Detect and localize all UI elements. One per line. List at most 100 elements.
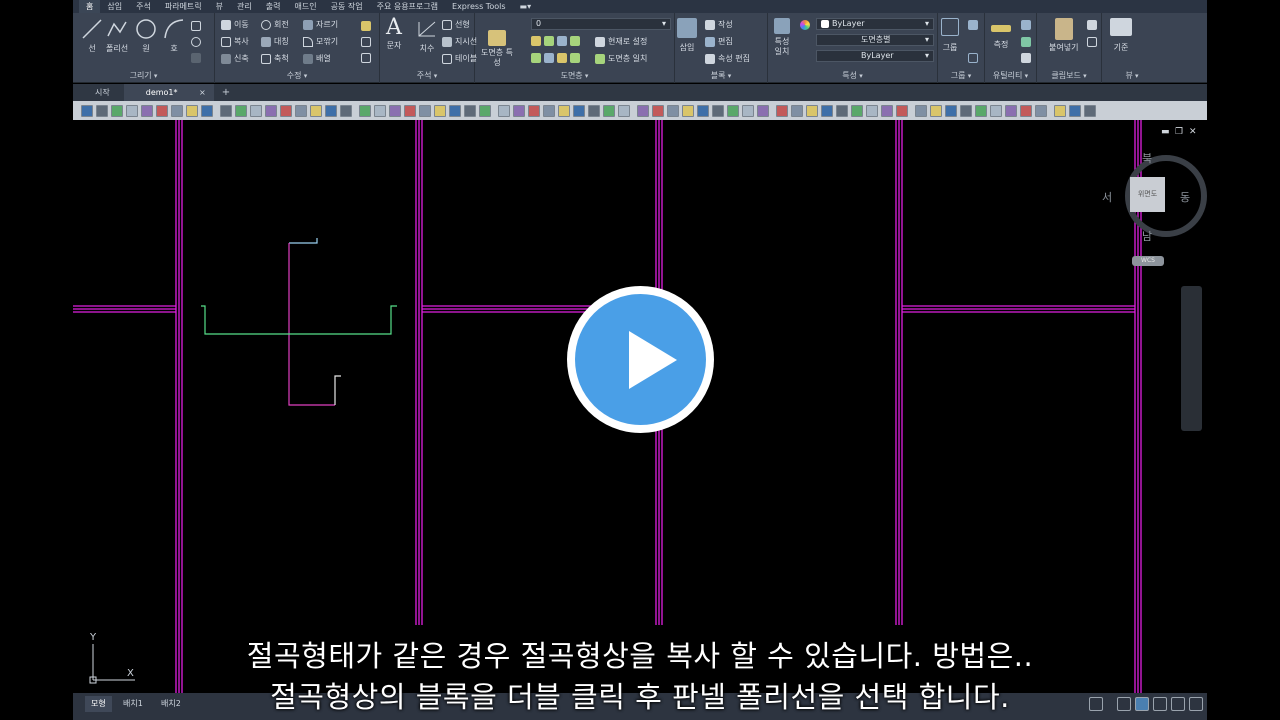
toolbar-button-icon[interactable] [528,104,540,117]
panel-annotation-title[interactable]: 주석 [380,70,474,81]
panel-utilities-title[interactable]: 유틸리티 [985,70,1036,81]
compass-east[interactable]: 동 [1180,189,1190,205]
toolbar-button-icon[interactable] [945,104,957,117]
tab-collaborate[interactable]: 공동 작업 [324,0,370,13]
toolbar-button-icon[interactable] [1020,104,1032,117]
toolbar-button-icon[interactable] [479,104,491,117]
toolbar-button-icon[interactable] [881,104,893,117]
toolbar-button-icon[interactable] [201,104,213,117]
toolbar-button-icon[interactable] [1069,104,1081,117]
create-block-tool[interactable]: 작성 [705,19,733,30]
panel-properties-title[interactable]: 특성 [768,70,937,81]
toolbar-button-icon[interactable] [791,104,803,117]
toolbar-button-icon[interactable] [930,104,942,117]
toolbar-button-icon[interactable] [757,104,769,117]
linetype-dropdown[interactable]: 도면층별 ▾ [816,34,934,46]
compass-south[interactable]: 남 [1142,228,1152,244]
group-select-icon[interactable] [968,53,978,63]
ellipse-icon[interactable] [191,37,201,47]
panel-block-title[interactable]: 블록 [675,70,767,81]
toolbar-button-icon[interactable] [618,104,630,117]
circle-tool[interactable]: 원 [135,18,157,54]
toolbar-button-icon[interactable] [1084,104,1096,117]
toolbar-button-icon[interactable] [449,104,461,117]
toolbar-button-icon[interactable] [186,104,198,117]
toolbar-button-icon[interactable] [111,104,123,117]
panel-view-title[interactable]: 뷰 [1102,70,1162,81]
compass-west[interactable]: 서 [1102,189,1112,205]
stretch-tool[interactable]: 신축 [221,53,249,64]
line-tool[interactable]: 선 [81,18,103,54]
compass-north[interactable]: 북 [1142,150,1152,166]
offset-icon[interactable] [361,53,371,63]
arc-tool[interactable]: 호 [163,18,185,54]
toolbar-button-icon[interactable] [434,104,446,117]
tab-output[interactable]: 출력 [259,0,288,13]
navigation-bar[interactable] [1181,286,1202,431]
toolbar-button-icon[interactable] [667,104,679,117]
tab-home[interactable]: 홈 [79,0,101,13]
toolbar-button-icon[interactable] [836,104,848,117]
panel-clipboard-title[interactable]: 클립보드 [1037,70,1101,81]
tab-annotate[interactable]: 주석 [129,0,158,13]
color-dropdown[interactable]: ByLayer ▾ [816,18,934,30]
toolbar-button-icon[interactable] [1035,104,1047,117]
tab-start[interactable]: 시작 [73,84,124,101]
tab-insert[interactable]: 삽입 [100,0,129,13]
measure-tool[interactable]: 측정 [991,18,1011,50]
linear-dim-tool[interactable]: 선형 [442,19,470,30]
layer-tools-row[interactable] [531,53,580,63]
tab-manage[interactable]: 관리 [230,0,259,13]
erase-icon[interactable] [361,21,371,31]
restore-icon[interactable]: ❐ [1175,127,1183,137]
toolbar-button-icon[interactable] [742,104,754,117]
toolbar-button-icon[interactable] [81,104,93,117]
match-properties-tool[interactable]: 특성 일치 [770,18,794,57]
toolbar-button-icon[interactable] [776,104,788,117]
base-view-tool[interactable]: 기준 [1110,18,1132,53]
tab-parametric[interactable]: 파라메트릭 [158,0,209,13]
toolbar-button-icon[interactable] [915,104,927,117]
viewcube-face[interactable]: 위면도 [1130,177,1165,212]
lineweight-dropdown[interactable]: ByLayer ▾ [816,50,934,62]
toolbar-button-icon[interactable] [220,104,232,117]
toolbar-button-icon[interactable] [637,104,649,117]
table-tool[interactable]: 테이블 [442,53,477,64]
wcs-menu[interactable]: WCS [1132,256,1164,266]
calculator-icon[interactable] [1021,53,1031,63]
leader-tool[interactable]: 지시선 [442,36,477,47]
toolbar-button-icon[interactable] [697,104,709,117]
tab-view[interactable]: 뷰 [209,0,230,13]
panel-draw-title[interactable]: 그리기 [73,70,214,81]
explode-icon[interactable] [361,37,371,47]
select-all-icon[interactable] [1021,37,1031,47]
toolbar-button-icon[interactable] [171,104,183,117]
quick-select-icon[interactable] [1021,20,1031,30]
toolbar-button-icon[interactable] [1005,104,1017,117]
toolbar-button-icon[interactable] [896,104,908,117]
paste-tool[interactable]: 붙여넣기 [1049,18,1078,53]
insert-block-tool[interactable]: 삽입 [677,18,697,53]
toolbar-button-icon[interactable] [498,104,510,117]
toolbar-button-icon[interactable] [712,104,724,117]
move-tool[interactable]: 이동 [221,19,249,30]
toolbar-button-icon[interactable] [806,104,818,117]
mirror-tool[interactable]: 대칭 [261,36,289,47]
layer-state-icons[interactable] [531,36,580,46]
toolbar-button-icon[interactable] [340,104,352,117]
toolbar-button-icon[interactable] [141,104,153,117]
toolbar-button-icon[interactable] [156,104,168,117]
rectangle-icon[interactable] [191,21,201,31]
rotate-tool[interactable]: 회전 [261,19,289,30]
play-button[interactable] [567,286,714,433]
panel-layers-title[interactable]: 도면층 [475,70,674,81]
toolbar-button-icon[interactable] [513,104,525,117]
toolbar-button-icon[interactable] [96,104,108,117]
set-current-tool[interactable]: 현재로 설정 [595,36,647,47]
close-icon[interactable]: ✕ [1189,127,1197,137]
toolbar-button-icon[interactable] [265,104,277,117]
toolbar-button-icon[interactable] [1054,104,1066,117]
scale-tool[interactable]: 축척 [261,53,289,64]
toolbar-button-icon[interactable] [543,104,555,117]
layer-match-tool[interactable]: 도면층 일치 [595,53,647,64]
